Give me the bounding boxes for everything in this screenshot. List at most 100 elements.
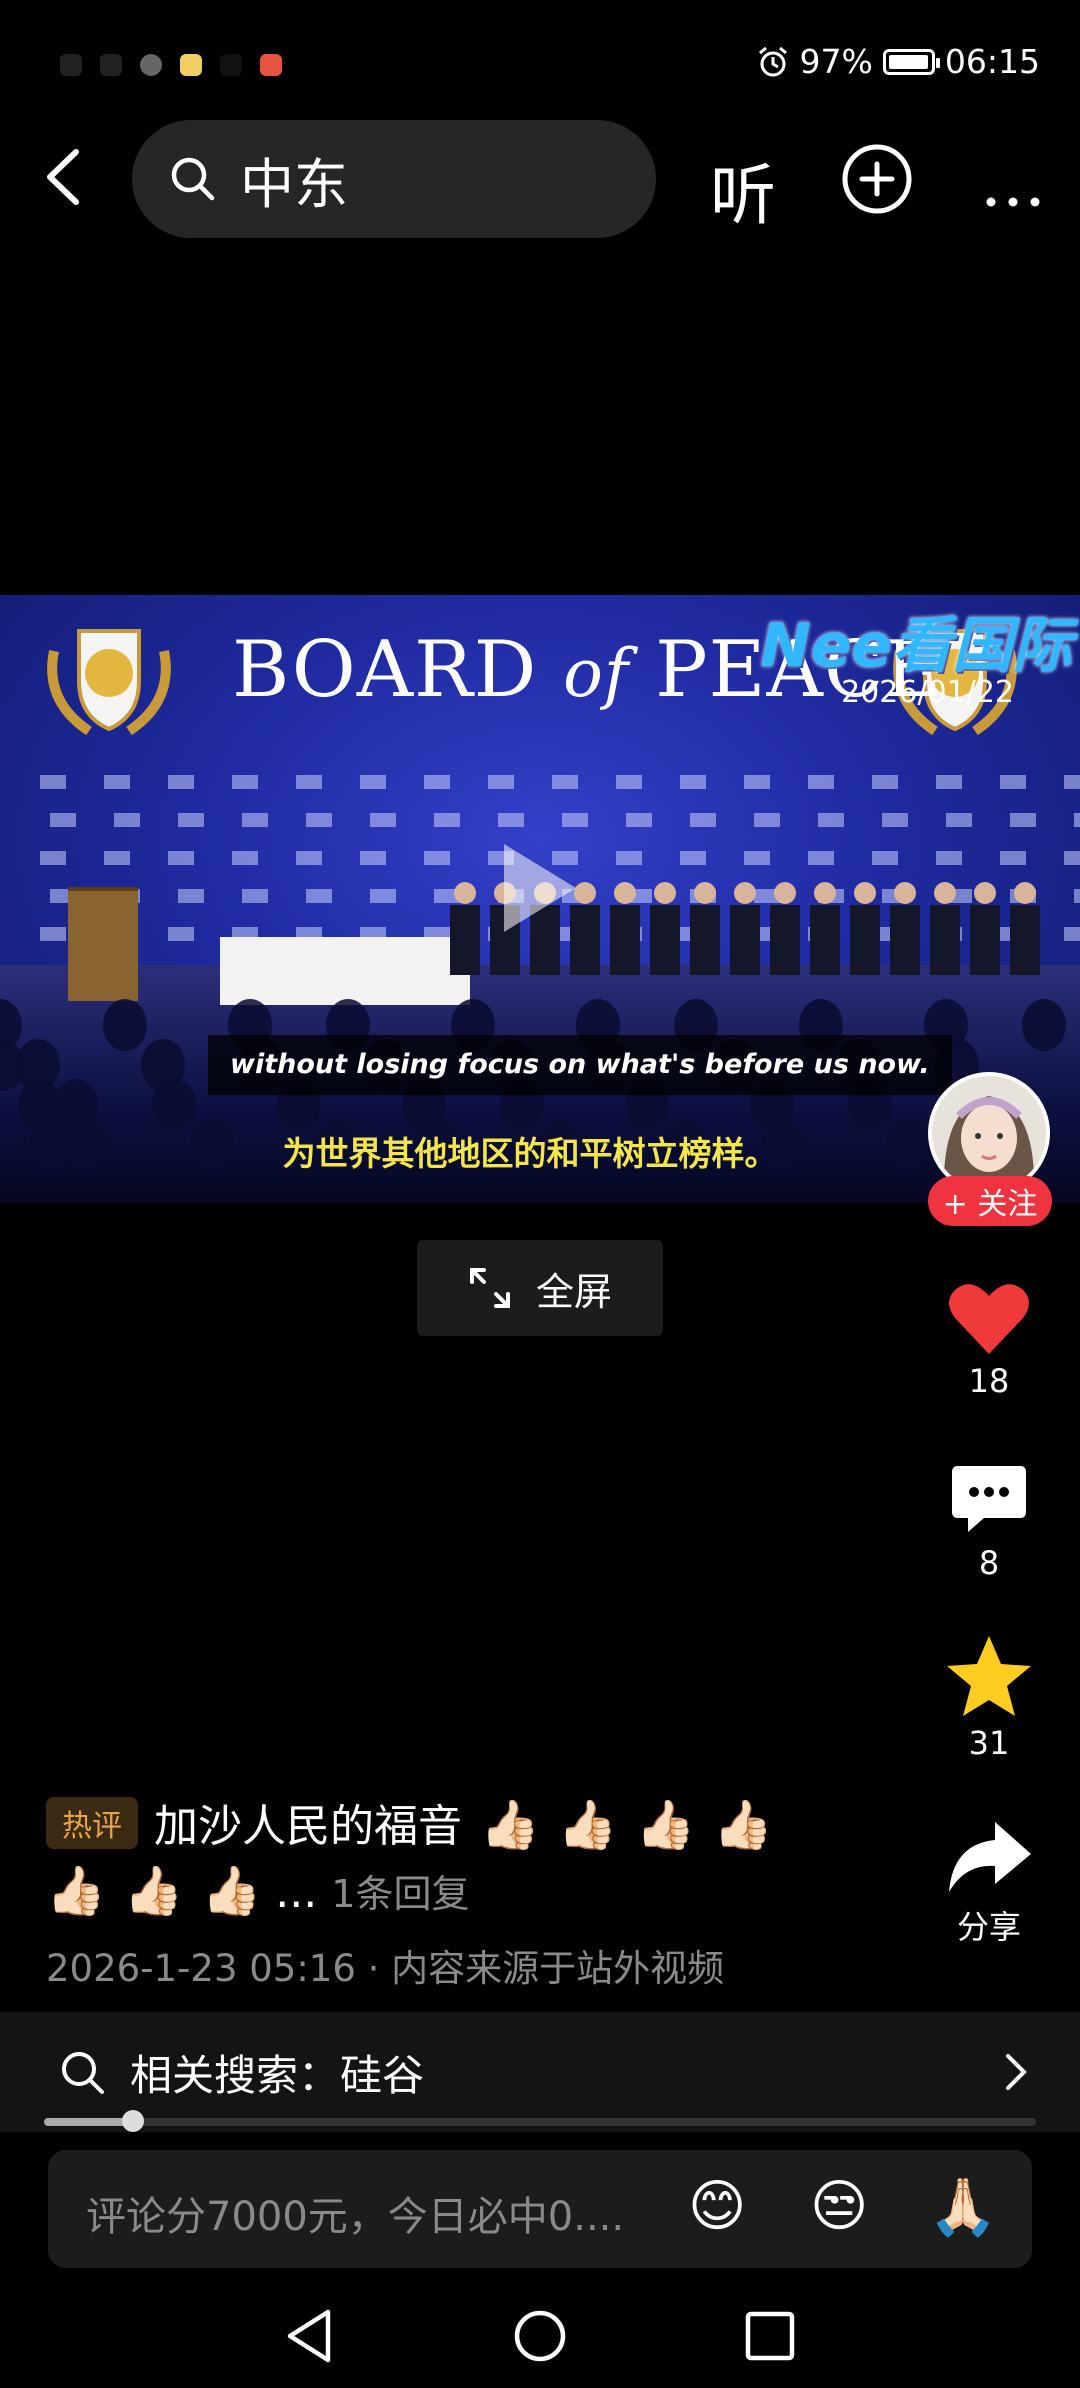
notification-icon [180,54,202,76]
comment-count: 8 [978,1544,1000,1582]
seated-official [850,905,880,975]
fullscreen-button[interactable]: 全屏 [417,1240,663,1336]
backdrop-logo [178,889,204,903]
fullscreen-label: 全屏 [535,1269,612,1314]
related-search-label: 相关搜索：硅谷 [130,2051,425,2100]
backdrop-logo [424,775,450,789]
backdrop-logo [168,851,194,865]
hot-comment-line-2[interactable]: 👍🏻 👍🏻 👍🏻 ... 1条回复 [46,1862,469,1919]
back-arrow-icon[interactable] [30,142,100,212]
backdrop-logo [424,851,450,865]
backdrop-logo [370,813,396,827]
seated-official [890,905,920,975]
share-arrow-icon [949,1822,1031,1892]
official-head [974,882,996,904]
nav-recents-icon[interactable] [742,2306,798,2366]
reply-count-link[interactable]: 1条回复 [331,1872,469,1916]
seated-official [450,905,480,975]
backdrop-logo [168,775,194,789]
subtitle-english: without losing focus on what's before us… [208,1035,952,1095]
post-meta: 2026-1-23 05:16 · 内容来源于站外视频 [46,1947,725,1990]
search-box[interactable]: 中东 [132,120,656,238]
share-button[interactable]: 分享 [938,1818,1040,1948]
backdrop-logo [936,775,962,789]
banner-word: BOARD [232,625,538,715]
like-button[interactable]: 18 [938,1280,1040,1400]
official-head [894,882,916,904]
seated-official [930,905,960,975]
backdrop-logo [296,775,322,789]
seated-official [690,905,720,975]
backdrop-logo [232,851,258,865]
backdrop-logo [242,889,268,903]
backdrop-logo [168,927,194,941]
seated-official [810,905,840,975]
backdrop-logo [680,851,706,865]
pray-emoji-button[interactable]: 🙏🏻 [928,2174,998,2240]
avatar-portrait [932,1076,1046,1190]
follow-button[interactable]: + 关注 [928,1176,1052,1226]
playback-progress-bar[interactable] [44,2110,1036,2132]
thumbs-up-emoji: 👍🏻 [557,1797,618,1853]
search-query: 中东 [240,152,348,216]
notification-icon [60,54,82,76]
backdrop-logo [562,813,588,827]
favorite-button[interactable]: 31 [938,1634,1040,1762]
comment-ellipsis: ... [275,1867,318,1918]
subtitle-chinese: 为世界其他地区的和平树立榜样。 [282,1134,778,1173]
like-count: 18 [968,1362,1010,1400]
unamused-emoji-button[interactable]: 😒 [810,2174,868,2239]
backdrop-logo [232,775,258,789]
backdrop-logo [872,775,898,789]
audience-head [1022,999,1066,1051]
video-player[interactable]: BOARD of PEACE Nee看国际 2026/01/22 without… [0,595,1080,1203]
battery-percent: 97% [799,42,873,81]
seated-official [650,905,680,975]
backdrop-logo [616,775,642,789]
channel-watermark: Nee看国际 [760,611,1072,681]
share-label: 分享 [956,1908,1021,1946]
backdrop-logo [680,775,706,789]
backdrop-logo [114,813,140,827]
heart-icon [949,1284,1029,1354]
hot-comment-line-1[interactable]: 加沙人民的福音 👍🏻 👍🏻 👍🏻 👍🏻 [154,1790,773,1854]
backdrop-logo [552,775,578,789]
search-icon [62,2052,104,2094]
backdrop-logo [296,851,322,865]
backdrop-logo [370,889,396,903]
nav-back-icon[interactable] [282,2306,338,2366]
comment-input[interactable]: 评论分7000元，今日必中0.... 😊 😒 🙏🏻 [48,2150,1032,2268]
smile-emoji-button[interactable]: 😊 [688,2174,746,2239]
seated-official [730,905,760,975]
search-icon [171,157,215,201]
backdrop-logo [936,851,962,865]
nav-home-icon[interactable] [512,2306,568,2366]
notification-icon [260,54,282,76]
thumbs-up-emoji: 👍🏻 [635,1797,696,1853]
expand-icon [469,1268,510,1308]
hot-comment-text: 加沙人民的福音 [154,1801,462,1852]
alarm-icon [758,46,787,76]
comment-button[interactable]: 8 [938,1462,1040,1582]
clock: 06:15 [944,42,1040,81]
thumbs-up-emoji: 👍🏻 [480,1797,540,1853]
status-bar: 97% 06:15 [0,0,1080,120]
star-icon [947,1636,1031,1716]
system-nav-bar [0,2282,1080,2388]
chevron-right-icon [1006,2054,1027,2090]
backdrop-logo [1000,775,1026,789]
play-icon[interactable] [498,838,582,938]
top-bar: 中东 听 [0,120,1080,238]
listen-button[interactable]: 听 [710,142,776,238]
plus-circle-icon[interactable] [840,142,914,216]
audience-head [103,999,147,1051]
more-icon[interactable] [978,142,1048,212]
seated-official [1010,905,1040,975]
related-search-bar[interactable]: 相关搜索：硅谷 [0,2012,1080,2132]
backdrop-logo [360,851,386,865]
backdrop-logo [818,813,844,827]
notification-icon [220,54,242,76]
backdrop-logo [882,813,908,827]
backdrop-logo [616,851,642,865]
backdrop-logo [360,775,386,789]
